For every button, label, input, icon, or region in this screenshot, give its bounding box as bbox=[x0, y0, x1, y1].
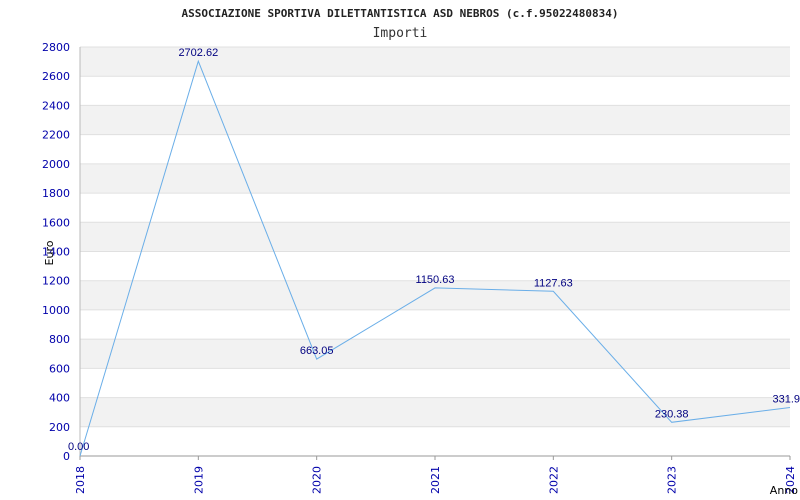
chart-subtitle: Importi bbox=[373, 26, 428, 41]
chart-title: ASSOCIAZIONE SPORTIVA DILETTANTISTICA AS… bbox=[181, 7, 618, 20]
data-label: 663.05 bbox=[300, 345, 334, 357]
y-tick-label: 1600 bbox=[42, 216, 70, 229]
x-tick-label: 2018 bbox=[74, 466, 87, 494]
data-label: 230.38 bbox=[655, 408, 689, 420]
y-tick-label: 1200 bbox=[42, 275, 70, 288]
grid-band bbox=[80, 105, 790, 135]
y-tick-label: 1800 bbox=[42, 187, 70, 200]
grid-band bbox=[80, 163, 790, 194]
chart-container: 0 200 400 600 800 1000 1200 1400 1600 1800 2000 220… bbox=[0, 0, 800, 500]
x-axis-ticks: 2018 2019 2020 2021 2022 2023 2024 bbox=[74, 456, 797, 494]
data-label: 0.00 bbox=[68, 441, 89, 453]
y-tick-label: 200 bbox=[49, 421, 70, 434]
y-tick-label: 400 bbox=[49, 392, 70, 405]
x-tick-label: 2022 bbox=[547, 466, 560, 494]
x-tick-label: 2020 bbox=[311, 466, 324, 494]
data-label: 1150.63 bbox=[416, 274, 455, 286]
grid-bands bbox=[80, 47, 790, 427]
y-tick-label: 2200 bbox=[42, 129, 70, 142]
y-tick-label: 2400 bbox=[42, 99, 70, 112]
y-tick-label: 2600 bbox=[42, 70, 70, 83]
y-tick-label: 600 bbox=[49, 362, 70, 375]
grid-band bbox=[80, 222, 790, 252]
line-chart: 0200400600800100012001400160018002000220… bbox=[42, 7, 800, 497]
data-label: 2702.62 bbox=[178, 47, 218, 59]
y-axis-label: Euro bbox=[43, 240, 56, 265]
x-axis-label: Anno bbox=[770, 484, 798, 497]
x-tick-label: 2019 bbox=[192, 466, 205, 494]
y-tick-label: 2800 bbox=[42, 41, 70, 54]
x-tick-label: 2023 bbox=[666, 466, 679, 494]
y-tick-label: 800 bbox=[49, 333, 70, 346]
y-tick-label: 2000 bbox=[42, 158, 70, 171]
grid-band bbox=[80, 339, 790, 369]
data-label: 1127.63 bbox=[534, 277, 573, 289]
x-tick-label: 2021 bbox=[429, 466, 442, 494]
y-tick-label: 1000 bbox=[42, 304, 70, 317]
data-label: 331.9 bbox=[772, 394, 800, 406]
